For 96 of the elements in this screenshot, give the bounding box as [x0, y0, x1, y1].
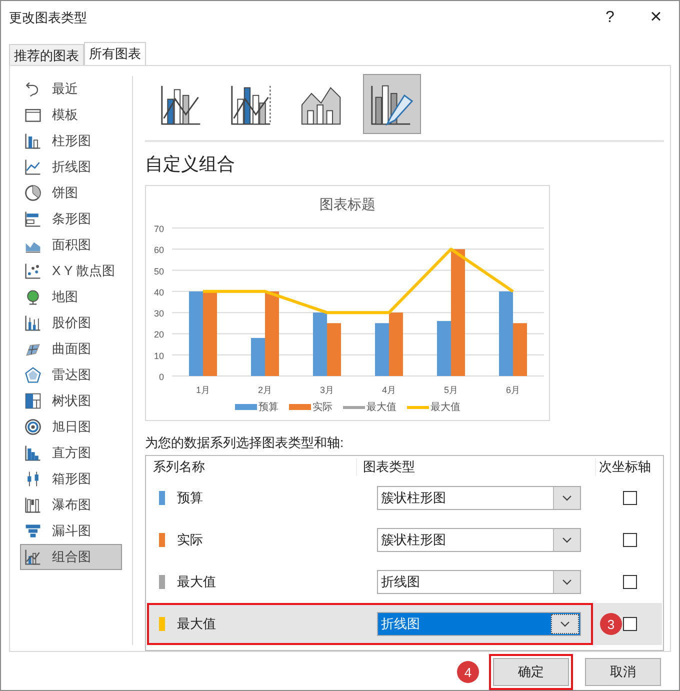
sidebar-item[interactable]: 饼图 — [20, 180, 122, 206]
chart-type-heading: 自定义组合 — [145, 153, 236, 176]
horizontal-bar-chart-icon — [24, 210, 42, 228]
axis-label: 30 — [154, 308, 164, 319]
tab[interactable]: 推荐的图表 — [9, 44, 84, 65]
sidebar-item[interactable]: 雷达图 — [20, 362, 122, 388]
sidebar-item[interactable]: X Y 散点图 — [20, 258, 122, 284]
sidebar-item[interactable]: 曲面图 — [20, 336, 122, 362]
axis-label: 6月 — [506, 385, 520, 395]
sidebar-item[interactable]: 树状图 — [20, 388, 122, 414]
dialog-button[interactable]: 确定 — [493, 658, 569, 686]
bar — [389, 312, 403, 376]
bar — [313, 312, 327, 376]
chart-type-button[interactable] — [363, 74, 421, 134]
series-row[interactable]: 最大值 折线图 3 — [147, 603, 662, 645]
secondary-axis-checkbox[interactable] — [623, 533, 637, 547]
dialog-button[interactable]: 取消 — [585, 658, 661, 686]
sidebar-item[interactable]: 模板 — [20, 102, 122, 128]
legend-swatch — [342, 406, 364, 408]
pie-chart-icon — [24, 184, 42, 202]
chart-type-dropdown[interactable]: 折线图 — [377, 612, 581, 636]
sidebar-item[interactable]: 箱形图 — [20, 466, 122, 492]
legend-swatch — [406, 406, 428, 408]
axis-label: 10 — [154, 350, 164, 361]
legend-swatch — [234, 404, 256, 410]
series-row[interactable]: 预算 簇状柱形图 — [147, 477, 662, 519]
series-name: 最大值 — [177, 615, 217, 633]
chart-title: 图表标题 — [320, 196, 376, 214]
axis-label: 40 — [154, 287, 164, 298]
legend-label: 最大值 — [366, 400, 396, 414]
chart-type-dropdown[interactable]: 簇状柱形图 — [377, 486, 581, 510]
help-button[interactable]: ? — [587, 2, 633, 34]
secondary-axis-checkbox[interactable] — [623, 491, 637, 505]
chart-type-dropdown[interactable]: 折线图 — [377, 570, 581, 594]
bar — [327, 323, 341, 376]
legend-swatch — [288, 404, 310, 410]
axis-label: 0 — [158, 372, 164, 382]
caret-icon — [562, 537, 572, 543]
window-title: 更改图表类型 — [9, 8, 88, 26]
series-row[interactable]: 最大值 折线图 — [147, 561, 662, 603]
caret-icon — [562, 579, 572, 585]
radar-chart-icon — [24, 366, 42, 384]
axis-label: 1月 — [196, 385, 210, 395]
sidebar-item[interactable]: 柱形图 — [20, 128, 122, 154]
stock-chart-icon — [24, 314, 42, 332]
axis-label: 60 — [154, 245, 164, 256]
secondary-axis-checkbox[interactable] — [623, 617, 637, 631]
series-name: 预算 — [177, 489, 204, 507]
globe-icon — [24, 288, 42, 306]
scatter-chart-icon — [24, 262, 42, 280]
step-badge: 3 — [600, 613, 622, 635]
axis-label: 5月 — [444, 385, 458, 395]
axis-label: 4月 — [382, 385, 396, 395]
tab[interactable]: 所有图表 — [84, 42, 146, 65]
caret-icon — [560, 621, 570, 627]
sidebar-item[interactable]: 漏斗图 — [20, 518, 122, 544]
sidebar-item[interactable]: 股价图 — [20, 310, 122, 336]
sidebar-item[interactable]: 地图 — [20, 284, 122, 310]
chart-type-dropdown[interactable]: 簇状柱形图 — [377, 528, 581, 552]
series-row[interactable]: 实际 簇状柱形图 — [147, 519, 662, 561]
folder-icon — [24, 106, 42, 124]
series-name: 最大值 — [177, 573, 217, 591]
series-name: 实际 — [177, 531, 204, 549]
sidebar-item[interactable]: 面积图 — [20, 232, 122, 258]
waterfall-chart-icon — [24, 496, 42, 514]
sidebar-item[interactable]: 旭日图 — [20, 414, 122, 440]
treemap-icon — [24, 392, 42, 410]
axis-label: 20 — [154, 330, 164, 340]
bar — [375, 323, 389, 376]
secondary-axis-checkbox[interactable] — [623, 575, 637, 589]
sidebar-item[interactable]: 条形图 — [20, 206, 122, 232]
funnel-icon — [24, 522, 42, 540]
sidebar-item[interactable]: 最近 — [20, 76, 122, 102]
line-chart-icon — [24, 158, 42, 176]
step-badge: 4 — [457, 661, 479, 683]
combo-chart-icon — [24, 548, 42, 566]
caret-icon — [562, 495, 572, 501]
sunburst-icon — [24, 418, 42, 436]
column-header: 图表类型 — [356, 458, 595, 476]
axis-label: 50 — [154, 266, 164, 276]
axis-label: 3月 — [320, 385, 334, 395]
axis-label: 70 — [154, 224, 164, 234]
legend-label: 最大值 — [430, 400, 460, 414]
series-prompt: 为您的数据系列选择图表类型和轴: — [145, 434, 345, 452]
close-button[interactable]: × — [633, 2, 679, 34]
histogram-icon — [24, 444, 42, 462]
sidebar-item[interactable]: 组合图 — [20, 544, 122, 570]
column-header: 次坐标轴 — [595, 458, 651, 476]
legend-label: 实际 — [312, 400, 332, 414]
column-header: 系列名称 — [152, 458, 206, 476]
sidebar-item[interactable]: 瀑布图 — [20, 492, 122, 518]
bar-chart-icon — [24, 132, 42, 150]
axis-label: 2月 — [258, 385, 272, 395]
sidebar-item[interactable]: 直方图 — [20, 440, 122, 466]
sidebar-item[interactable]: 折线图 — [20, 154, 122, 180]
legend-label: 预算 — [258, 401, 278, 414]
